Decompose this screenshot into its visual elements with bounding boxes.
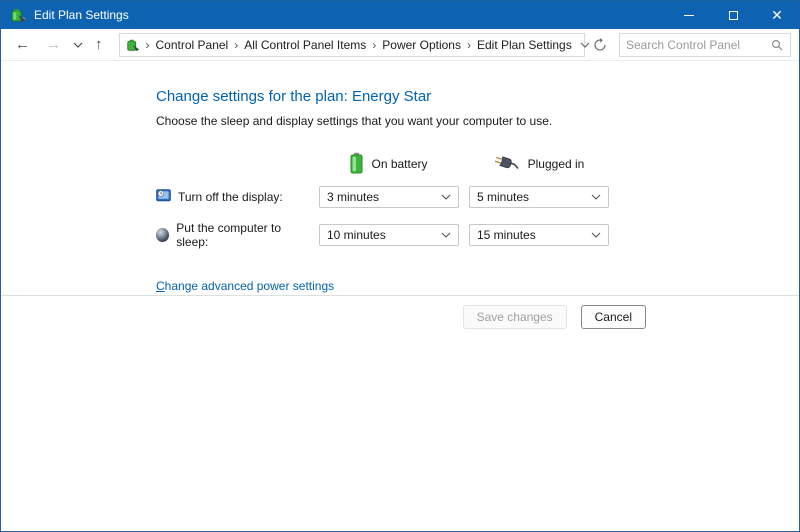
plug-icon (494, 155, 520, 174)
edit-plan-settings-window: Edit Plan Settings ✕ ← → ↑ › Control Pan… (0, 0, 800, 532)
power-options-icon (126, 38, 140, 52)
page-title: Change settings for the plan: Energy Sta… (156, 88, 799, 105)
window-controls: ✕ (667, 1, 799, 29)
setting-label: Put the computer to sleep: (176, 221, 309, 249)
selected-value: 3 minutes (327, 190, 379, 204)
column-header-label: Plugged in (528, 157, 585, 171)
setting-label: Turn off the display: (178, 190, 283, 204)
close-icon: ✕ (771, 8, 783, 22)
selected-value: 15 minutes (477, 228, 536, 242)
column-header-plugged-in: Plugged in (469, 150, 609, 178)
back-button[interactable]: ← (7, 29, 38, 61)
forward-button[interactable]: → (38, 29, 69, 61)
cancel-button[interactable]: Cancel (581, 305, 646, 329)
close-button[interactable]: ✕ (755, 1, 799, 29)
selected-value: 10 minutes (327, 228, 386, 242)
breadcrumb-separator: › (370, 38, 378, 52)
search-input[interactable] (620, 38, 771, 52)
maximize-icon (729, 11, 738, 20)
sleep-plugged-in-select[interactable]: 15 minutes (469, 224, 609, 246)
minimize-button[interactable] (667, 1, 711, 29)
maximize-button[interactable] (711, 1, 755, 29)
refresh-button[interactable] (587, 32, 613, 58)
search-icon (771, 39, 790, 51)
window-title: Edit Plan Settings (34, 8, 129, 22)
chevron-down-icon (591, 232, 601, 238)
breadcrumb-item-edit-plan-settings[interactable]: Edit Plan Settings (473, 38, 576, 52)
breadcrumb-separator: › (144, 38, 152, 52)
footer: Save changes Cancel (1, 296, 799, 531)
breadcrumb-separator: › (232, 38, 240, 52)
sleep-icon (156, 228, 169, 242)
selected-value: 5 minutes (477, 190, 529, 204)
battery-icon (350, 152, 363, 177)
main-content: Change settings for the plan: Energy Sta… (1, 61, 799, 295)
column-header-label: On battery (371, 157, 427, 171)
breadcrumb-item-power-options[interactable]: Power Options (378, 38, 465, 52)
display-plugged-in-select[interactable]: 5 minutes (469, 186, 609, 208)
minimize-icon (684, 15, 694, 16)
address-bar[interactable]: › Control Panel › All Control Panel Item… (119, 33, 586, 57)
chevron-down-icon (591, 194, 601, 200)
column-header-on-battery: On battery (319, 150, 459, 178)
up-button[interactable]: ↑ (87, 29, 111, 61)
navigation-bar: ← → ↑ › Control Panel › All Control Pane… (1, 29, 799, 61)
display-on-battery-select[interactable]: 3 minutes (319, 186, 459, 208)
save-changes-button[interactable]: Save changes (463, 305, 567, 329)
breadcrumb-item-all-control-panel-items[interactable]: All Control Panel Items (240, 38, 370, 52)
breadcrumb-item-control-panel[interactable]: Control Panel (152, 38, 233, 52)
chevron-down-icon (441, 194, 451, 200)
plan-settings-grid: On battery Plugged in (156, 150, 799, 249)
power-options-icon (10, 7, 26, 23)
breadcrumb-separator: › (465, 38, 473, 52)
setting-row-sleep-label: Put the computer to sleep: (156, 221, 309, 249)
titlebar: Edit Plan Settings ✕ (1, 1, 799, 29)
chevron-down-icon (441, 232, 451, 238)
display-icon (156, 189, 171, 206)
page-subtitle: Choose the sleep and display settings th… (156, 114, 799, 128)
recent-pages-chevron-icon[interactable] (69, 29, 87, 60)
setting-row-display-label: Turn off the display: (156, 189, 309, 206)
sleep-on-battery-select[interactable]: 10 minutes (319, 224, 459, 246)
advanced-settings-link[interactable]: Change advanced power settings (156, 279, 334, 293)
search-box (619, 33, 791, 57)
